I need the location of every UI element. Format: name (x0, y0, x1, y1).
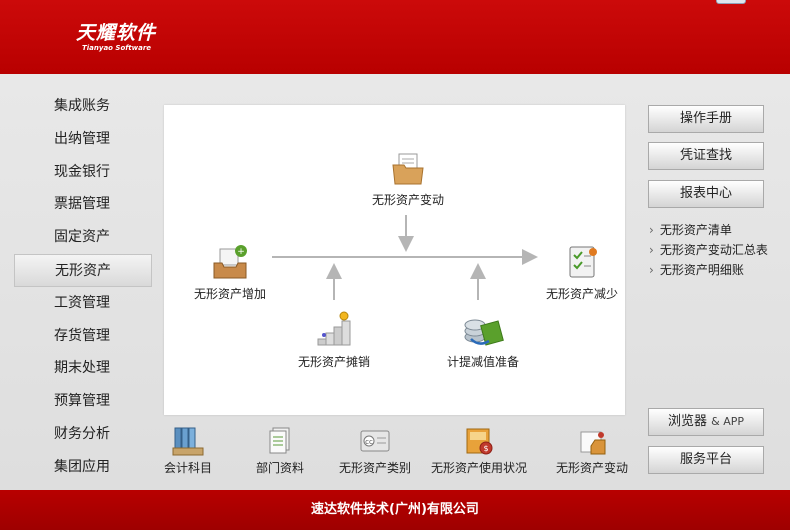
shortcut-label-accounts: 会计科目 (163, 461, 212, 475)
shortcut-categories[interactable]: cc 无形资产类别 (328, 426, 422, 476)
report-link-list[interactable]: › 无形资产清单 (649, 220, 768, 240)
binders-icon (172, 427, 204, 456)
change-box-icon (580, 431, 606, 455)
svg-text:+: + (237, 247, 245, 257)
shortcut-departments[interactable]: 部门资料 (242, 426, 318, 476)
report-link-label: 无形资产清单 (659, 223, 732, 237)
nav-item-cashier[interactable]: 出纳管理 (14, 123, 152, 156)
flow-label-amortize: 无形资产摊销 (297, 355, 370, 369)
voucher-search-button[interactable]: 凭证查找 (648, 142, 764, 170)
shortcut-accounts[interactable]: 会计科目 (150, 426, 226, 476)
nav-item-period-end[interactable]: 期末处理 (14, 352, 152, 385)
folder-documents-icon (392, 153, 424, 185)
flow-node-impairment[interactable]: 计提减值准备 (436, 309, 530, 370)
coin-stairs-icon (317, 311, 351, 346)
nav-item-payroll[interactable]: 工资管理 (14, 287, 152, 320)
browser-app-amp: & APP (711, 415, 745, 428)
chevron-right-icon: › (649, 223, 654, 237)
category-card-icon: cc (360, 430, 390, 452)
window-corner-icon (716, 0, 746, 4)
nav-item-analysis[interactable]: 财务分析 (14, 418, 152, 451)
flow-node-change[interactable]: 无形资产变动 (364, 151, 452, 208)
nav-item-fixed-assets[interactable]: 固定资产 (14, 221, 152, 254)
shortcut-change[interactable]: 无形资产变动 (544, 426, 640, 476)
logo-subtext: Tianyao Software (82, 44, 152, 52)
nav-item-cash-bank[interactable]: 现金银行 (14, 156, 152, 189)
nav-item-intangible-assets[interactable]: 无形资产 (14, 253, 152, 287)
checklist-icon (569, 246, 597, 278)
report-link-label: 无形资产变动汇总表 (659, 243, 768, 257)
shortcut-bar: 会计科目 部门资料 cc 无形资产类别 $ 无形资产使用状况 无形资产变动 (150, 426, 640, 486)
nav-item-ledger[interactable]: 集成账务 (14, 90, 152, 123)
shortcut-label-categories: 无形资产类别 (338, 461, 411, 475)
chevron-right-icon: › (649, 263, 654, 277)
document-stack-icon (269, 427, 290, 454)
shortcut-label-usage-status: 无形资产使用状况 (430, 461, 527, 475)
coins-cash-icon (464, 319, 504, 346)
logo-text: 天耀软件 (76, 22, 157, 44)
browser-app-button[interactable]: 浏览器 & APP (648, 408, 764, 436)
flow-node-reduce[interactable]: 无形资产减少 (538, 243, 626, 302)
chevron-right-icon: › (649, 243, 654, 257)
status-book-icon: $ (466, 428, 493, 455)
flow-node-amortize[interactable]: 无形资产摊销 (290, 309, 378, 370)
service-platform-button[interactable]: 服务平台 (648, 446, 764, 474)
manual-button[interactable]: 操作手册 (648, 105, 764, 133)
footer-company: 速达软件技术(广州)有限公司 (311, 502, 479, 517)
nav-item-inventory[interactable]: 存货管理 (14, 320, 152, 353)
flow-label-add: 无形资产增加 (193, 287, 266, 301)
report-link-detail[interactable]: › 无形资产明细账 (649, 260, 768, 280)
flow-label-reduce: 无形资产减少 (545, 287, 618, 301)
shortcut-usage-status[interactable]: $ 无形资产使用状况 (424, 426, 534, 476)
logo: 天耀软件 Tianyao Software (76, 22, 156, 53)
shortcut-label-departments: 部门资料 (255, 461, 304, 475)
flow-node-add[interactable]: + 无形资产增加 (186, 243, 274, 302)
report-link-label: 无形资产明细账 (659, 263, 744, 277)
shortcut-label-change: 无形资产变动 (555, 461, 628, 475)
nav-item-group[interactable]: 集团应用 (14, 451, 152, 484)
report-center-button[interactable]: 报表中心 (648, 180, 764, 208)
header-bar: 天耀软件 Tianyao Software (0, 0, 790, 74)
main-area: 集成账务 出纳管理 现金银行 票据管理 固定资产 无形资产 工资管理 存货管理 … (0, 74, 790, 490)
flow-label-impairment: 计提减值准备 (446, 355, 519, 369)
sidebar-nav: 集成账务 出纳管理 现金银行 票据管理 固定资产 无形资产 工资管理 存货管理 … (14, 90, 152, 484)
nav-item-bills[interactable]: 票据管理 (14, 188, 152, 221)
report-links: › 无形资产清单 › 无形资产变动汇总表 › 无形资产明细账 (649, 220, 768, 280)
footer-bar: 速达软件技术(广州)有限公司 (0, 490, 790, 530)
inbox-add-icon: + (213, 245, 247, 279)
flow-panel: 无形资产变动 + 无形资产增加 无形资产减少 无形资产摊销 计提减值准备 (164, 105, 625, 415)
browser-app-label: 浏览器 (667, 414, 707, 429)
svg-text:cc: cc (365, 438, 373, 446)
nav-item-budget[interactable]: 预算管理 (14, 385, 152, 418)
flow-label-change: 无形资产变动 (371, 193, 444, 207)
report-link-summary[interactable]: › 无形资产变动汇总表 (649, 240, 768, 260)
svg-text:$: $ (483, 444, 488, 453)
